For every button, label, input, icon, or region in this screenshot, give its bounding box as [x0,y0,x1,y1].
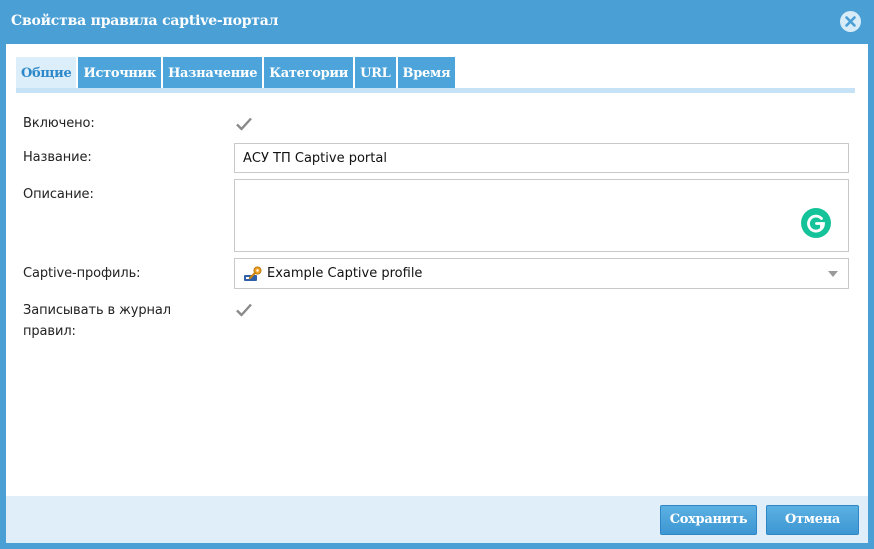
save-button[interactable]: Сохранить [660,505,757,535]
name-input[interactable] [234,143,849,173]
tab-destination[interactable]: Назначение [163,57,263,88]
grammarly-button[interactable] [801,208,831,238]
dialog-titlebar[interactable]: Свойства правила captive-портал [0,0,874,44]
captive-profile-value: Example Captive profile [267,266,423,281]
log-checkbox[interactable] [235,301,253,319]
log-label-continued: правил: [23,324,76,339]
tab-general[interactable]: Общие [16,57,77,88]
chevron-down-icon[interactable] [828,271,838,277]
enabled-checkbox[interactable] [235,115,253,133]
captive-profile-label: Captive-профиль: [23,266,141,281]
tab-bar: Общие Источник Назначение Категории URL … [16,57,456,88]
dialog-footer: Сохранить Отмена [6,496,868,543]
tab-strip-divider [16,88,855,93]
captive-profile-select[interactable]: Example Captive profile [234,258,849,289]
dialog-window: Свойства правила captive-портал Общие Ис… [0,0,874,549]
tab-source[interactable]: Источник [78,57,162,88]
grammarly-icon [807,214,825,233]
dialog-body: Общие Источник Назначение Категории URL … [6,44,868,496]
tab-categories[interactable]: Категории [264,57,354,88]
checkmark-icon [236,303,252,317]
description-textarea[interactable] [234,179,849,252]
checkmark-icon [236,117,252,131]
cancel-button[interactable]: Отмена [766,505,859,535]
tab-url[interactable]: URL [355,57,396,88]
tab-time[interactable]: Время [397,57,456,88]
description-label: Описание: [23,187,94,202]
captive-profile-icon [244,266,262,281]
close-button[interactable] [840,11,861,32]
close-icon [845,16,856,27]
log-label: Записывать в журнал [23,303,171,318]
enabled-label: Включено: [23,116,95,131]
dialog-title: Свойства правила captive-портал [11,13,279,29]
name-label: Название: [23,150,92,165]
